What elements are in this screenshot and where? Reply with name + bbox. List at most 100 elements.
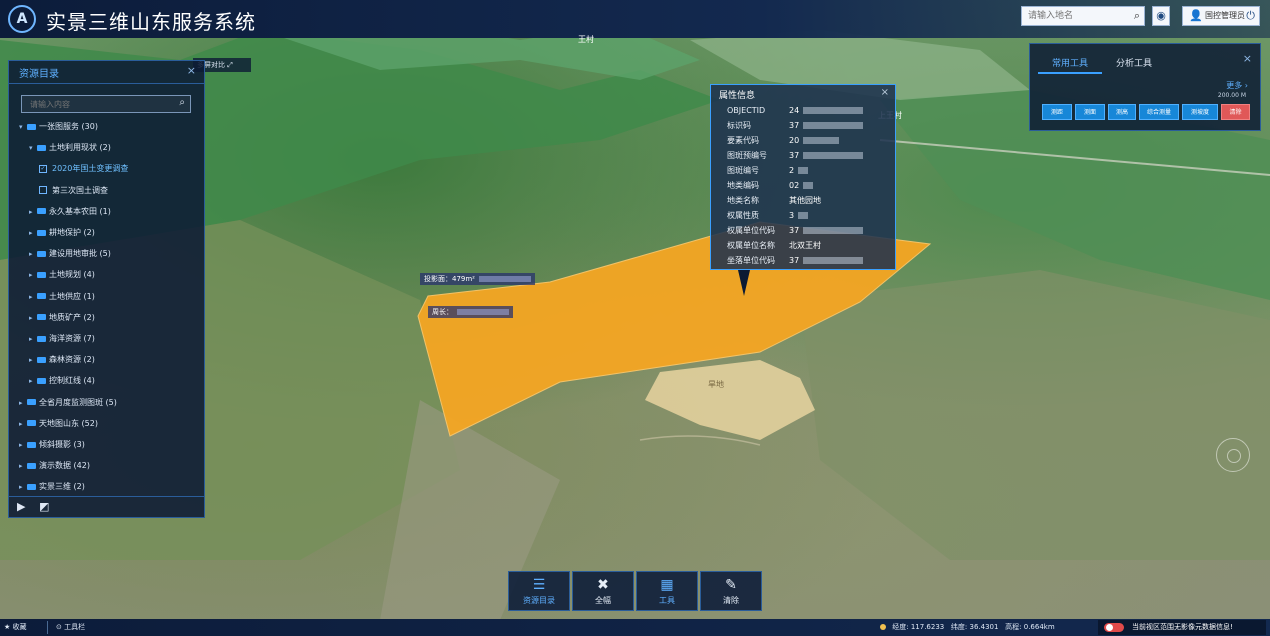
tree-item-label: 全省月度监测图斑 [39,397,103,407]
chevron-right-icon[interactable]: ▸ [29,352,37,368]
tree-item-label: 倾斜摄影 [39,440,71,449]
composite-measure-button[interactable]: 综合测量 [1139,104,1179,120]
layer-checkbox[interactable] [39,186,47,195]
favorites-button[interactable]: ★ 收藏 [4,621,27,634]
compass-icon[interactable] [1216,438,1250,472]
attribute-row: 权属性质 3 [711,208,895,223]
measure-height-button[interactable]: 测高 [1108,104,1136,120]
tree-item[interactable]: ▸ 海洋资源 (7) [29,331,95,347]
resource-panel-header: 资源目录 × [9,61,204,84]
tree-item-count: (5) [105,397,117,407]
tab-common-tools[interactable]: 常用工具 [1052,56,1088,69]
tree-item[interactable]: ▸ 倾斜摄影 (3) [19,437,85,453]
folder-icon [37,356,46,363]
folder-icon [27,441,36,448]
attribute-popup: 属性信息 × OBJECTID 24 标识码 37 要素代码 20 图斑预编号 37 图斑编号 2… [710,84,896,270]
tree-item[interactable]: ▸ 建设用地审批 (5) [29,246,111,262]
chevron-right-icon[interactable]: ▸ [29,289,37,305]
chevron-right-icon[interactable]: ▸ [29,331,37,347]
tree-item[interactable]: ▾ 一张图服务 (30) [19,119,98,135]
close-icon[interactable]: × [187,64,196,77]
tree-item[interactable]: 第三次国土调查 [39,183,108,199]
redacted-value [803,227,864,234]
tree-item[interactable]: ▸ 永久基本农田 (1) [29,204,111,220]
tree-item[interactable]: ▸ 土地供应 (1) [29,289,95,305]
measure-slope-button[interactable]: 测坡度 [1182,104,1218,120]
chevron-right-icon[interactable]: ▸ [19,416,27,432]
tree-item-count: (2) [73,482,85,492]
tree-item-label: 2020年国土变更调查 [52,164,129,174]
resource-search-input[interactable] [22,96,178,112]
chevron-right-icon[interactable]: ▸ [29,373,37,389]
attribute-row: 地类编码 02 [711,178,895,193]
measure-area-button[interactable]: 测面 [1075,104,1105,120]
tree-item-label: 土地利用现状 [49,143,97,153]
power-icon[interactable]: ⏻ [1246,7,1255,25]
video-icon[interactable]: ▶ [17,500,25,513]
tree-item-label: 控制红线 [49,376,81,386]
place-search-input[interactable] [1022,7,1130,25]
tree-item[interactable]: ▾ 土地利用现状 (2) [29,140,111,156]
tree-item-label: 建设用地审批 [49,249,97,259]
chevron-right-icon[interactable]: ▸ [29,246,37,262]
user-menu-button[interactable]: 👤 国控管理员 ⏻ [1182,6,1260,26]
chevron-right-icon[interactable]: ▸ [19,437,27,453]
chevron-right-icon[interactable]: ▸ [29,204,37,220]
layer-checkbox[interactable]: ✓ [39,164,47,173]
tree-item[interactable]: ✓ 2020年国土变更调查 [39,161,128,177]
tree-item[interactable]: ▸ 耕地保护 (2) [29,225,95,241]
popup-title: 属性信息 [719,91,756,101]
tools-button[interactable]: ▦ 工具 [636,571,698,611]
attribute-key: 标识码 [727,121,751,130]
chevron-right-icon[interactable]: ▸ [19,479,27,495]
close-icon[interactable]: × [881,87,889,98]
chevron-right-icon[interactable]: ▸ [19,458,27,474]
chevron-down-icon[interactable]: ▾ [19,119,27,135]
attribute-key: 权属性质 [727,211,759,220]
chevron-right-icon[interactable]: ▸ [19,395,27,411]
tree-item[interactable]: ▸ 实景三维 (2) [19,479,85,495]
tree-item[interactable]: ▸ 演示数据 (42) [19,458,90,474]
chevron-right-icon[interactable]: ▸ [29,310,37,326]
full-extent-button[interactable]: ✖ 全幅 [572,571,634,611]
tree-item[interactable]: ▸ 天地图山东 (52) [19,416,98,432]
search-icon[interactable]: ⌕ [1134,9,1140,23]
close-icon[interactable]: × [1243,52,1252,65]
attribute-row: 标识码 37 [711,118,895,133]
clear-measure-button[interactable]: 清除 [1221,104,1250,120]
metadata-toggle[interactable] [1104,623,1124,632]
tree-item-count: (30) [81,122,98,131]
tree-item[interactable]: ▸ 森林资源 (2) [29,352,95,368]
folder-icon [37,377,46,384]
location-pin-icon[interactable]: ◉ [1152,6,1170,26]
tree-item[interactable]: ▸ 控制红线 (4) [29,373,95,389]
attribute-value: 北双王村 [789,241,821,250]
tree-item-label: 耕地保护 [49,228,81,237]
measure-distance-button[interactable]: 测距 [1042,104,1072,120]
chevron-down-icon[interactable]: ▾ [29,140,37,156]
tab-analysis-tools[interactable]: 分析工具 [1116,56,1152,69]
tree-item[interactable]: ▸ 全省月度监测图斑 (5) [19,395,117,411]
tree-item-label: 土地规划 [49,270,81,280]
app-header: A 实景三维山东服务系统 ⌕ ◉ 👤 国控管理员 ⏻ [0,0,1270,38]
place-search[interactable]: ⌕ [1021,6,1145,26]
attribute-row: OBJECTID 24 [711,103,895,118]
folder-icon [27,483,36,490]
resource-catalog-button[interactable]: ☰ 资源目录 [508,571,570,611]
attribute-value: 37 [789,223,864,238]
attribute-value: 3 [789,208,809,223]
tree-item[interactable]: ▸ 地质矿产 (2) [29,310,95,326]
resource-search[interactable]: ⌕ [21,95,191,113]
tree-item[interactable]: ▸ 土地规划 (4) [29,267,95,283]
tree-item-count: (4) [83,376,95,386]
land-type-label: 旱地 [708,380,724,389]
active-tab-underline [1038,72,1102,74]
more-tools-link[interactable]: 更多 › [1226,80,1248,91]
chevron-right-icon[interactable]: ▸ [29,267,37,283]
full-extent-icon: ✖ [597,577,609,593]
toolbar-toggle-button[interactable]: ⊙ 工具栏 [56,621,85,634]
chevron-right-icon[interactable]: ▸ [29,225,37,241]
clear-button[interactable]: ✎ 清除 [700,571,762,611]
chart-icon[interactable]: ◩ [39,500,49,513]
search-icon[interactable]: ⌕ [179,97,185,108]
